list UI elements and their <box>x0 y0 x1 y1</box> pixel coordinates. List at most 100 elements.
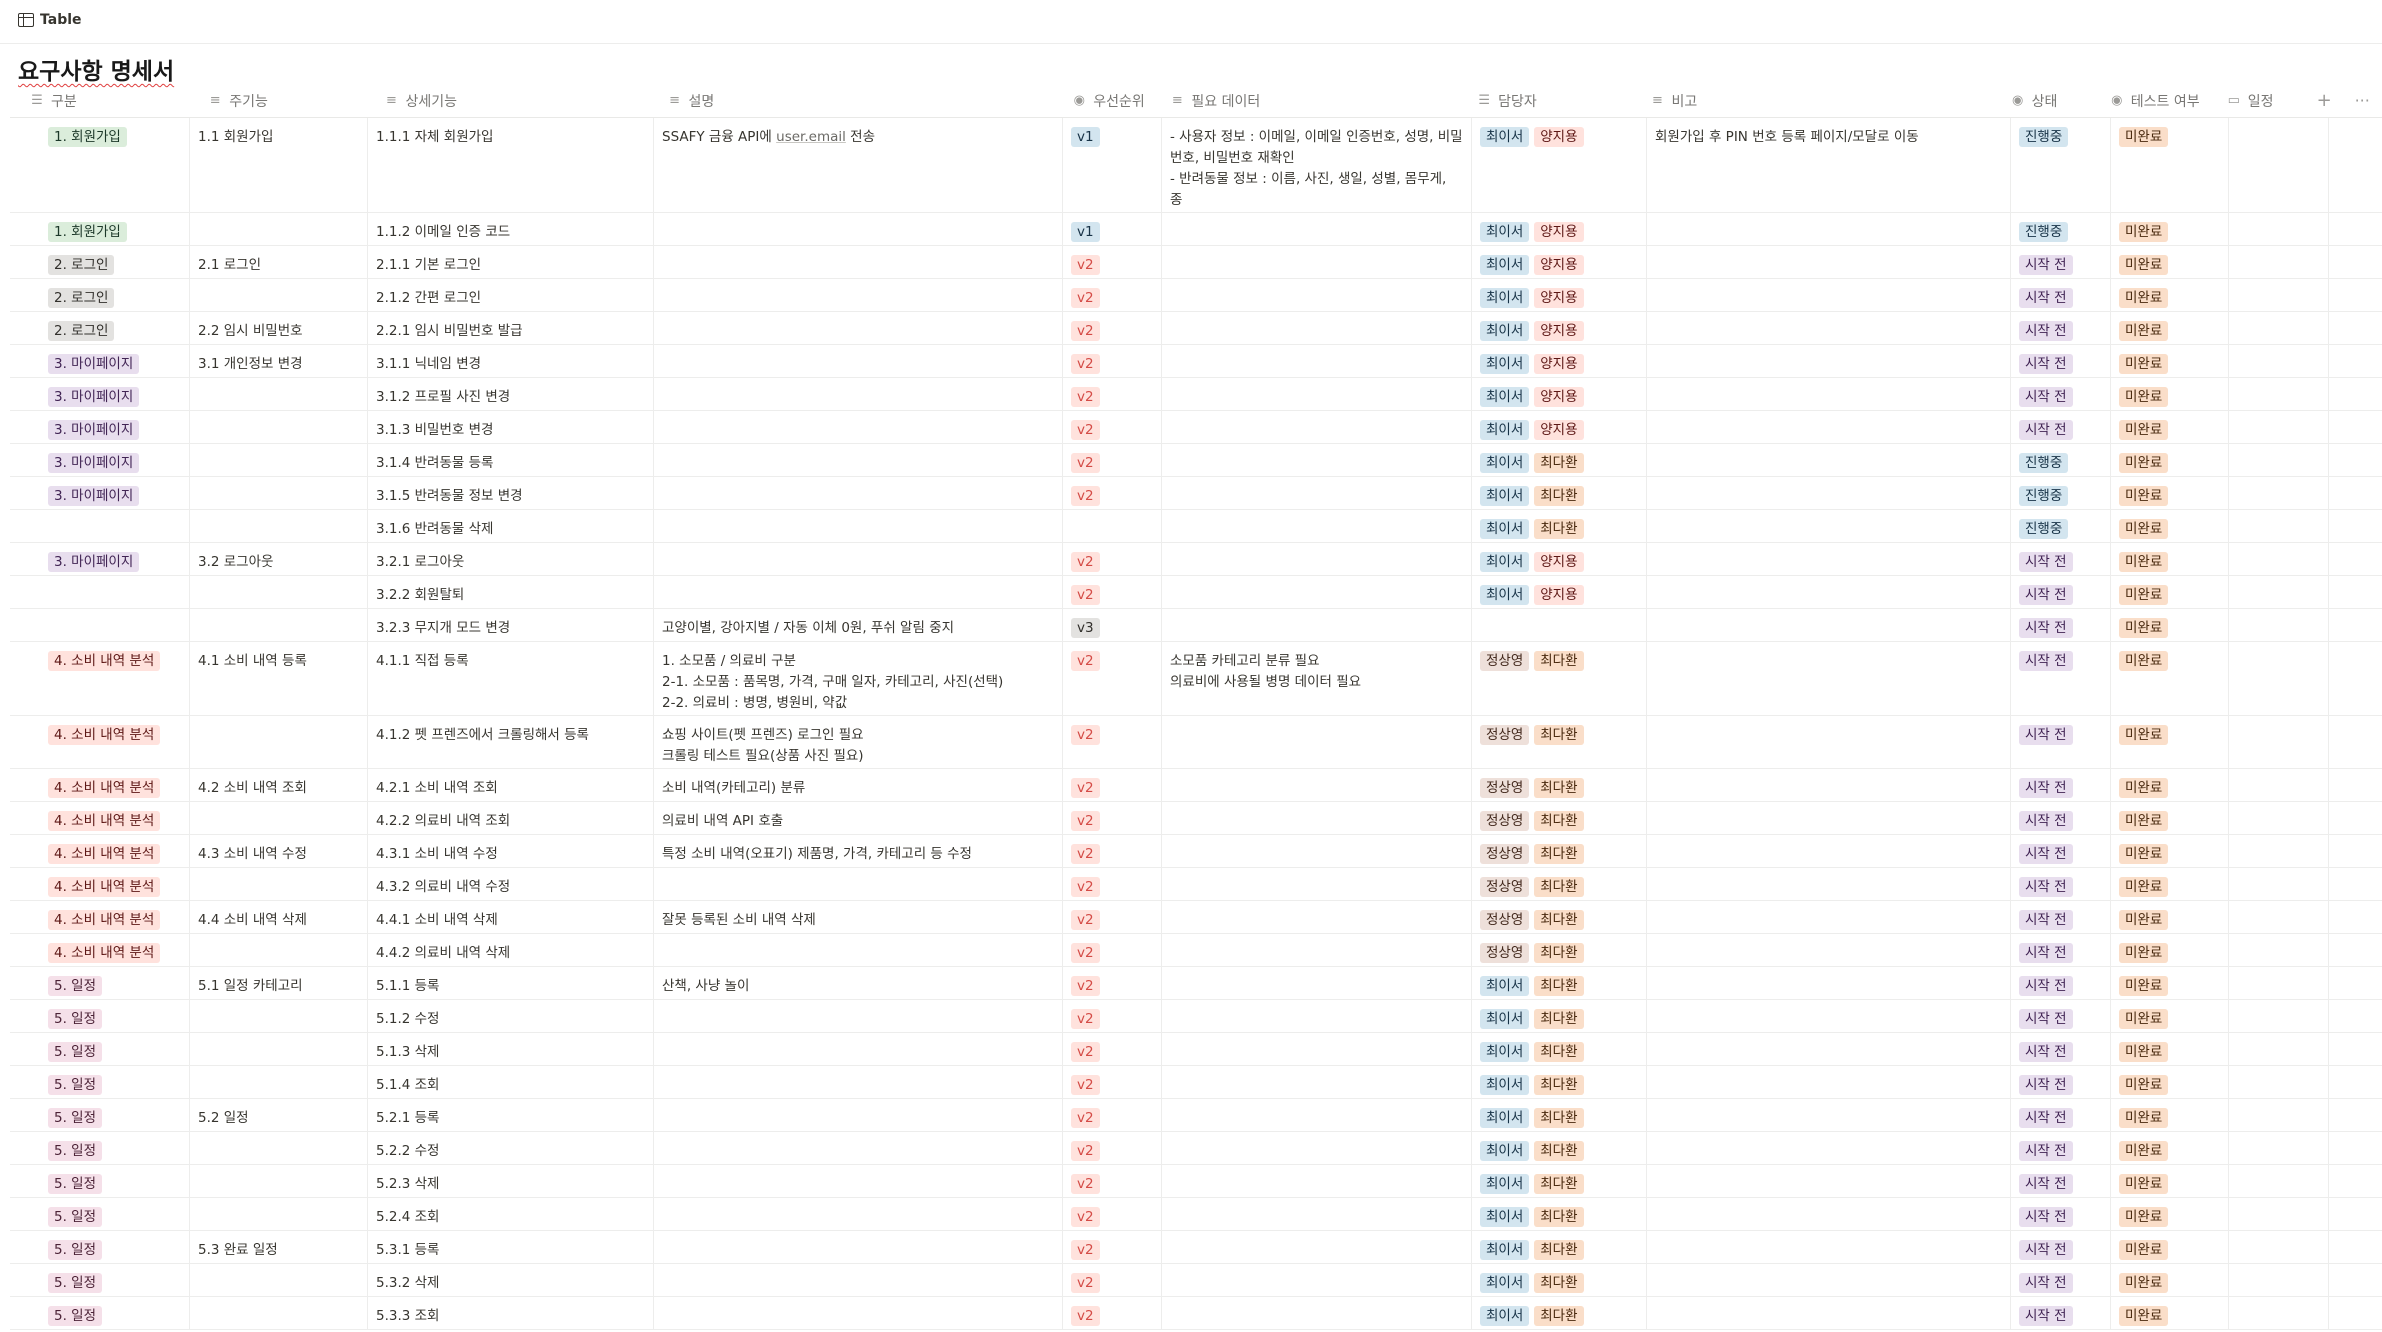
cell-c2[interactable]: 3.2.3 무지개 모드 변경 <box>368 609 654 641</box>
cell-c7[interactable] <box>1647 1165 2011 1197</box>
cell-c4[interactable]: v2 <box>1063 716 1162 768</box>
cell-c2[interactable]: 3.1.4 반려동물 등록 <box>368 444 654 476</box>
cell-c0[interactable]: 5. 일정 <box>10 1297 190 1329</box>
cell-c2[interactable]: 5.3.2 삭제 <box>368 1264 654 1296</box>
cell-c8[interactable]: 시작 전 <box>2011 279 2111 311</box>
cell-c8[interactable]: 진행중 <box>2011 510 2111 542</box>
cell-c6[interactable]: 최이서 최다환 <box>1472 1264 1647 1296</box>
column-header-c3[interactable]: ≡ 설명 <box>648 84 1053 117</box>
cell-c8[interactable]: 진행중 <box>2011 477 2111 509</box>
cell-c4[interactable]: v2 <box>1063 1132 1162 1164</box>
cell-c8[interactable]: 시작 전 <box>2011 769 2111 801</box>
cell-c8[interactable]: 시작 전 <box>2011 609 2111 641</box>
cell-c2[interactable]: 3.1.1 닉네임 변경 <box>368 345 654 377</box>
cell-c2[interactable]: 4.2.1 소비 내역 조회 <box>368 769 654 801</box>
cell-c11[interactable] <box>2329 1066 2345 1098</box>
cell-c11[interactable] <box>2329 716 2345 768</box>
cell-c2[interactable]: 3.1.2 프로필 사진 변경 <box>368 378 654 410</box>
cell-c10[interactable] <box>2229 1033 2329 1065</box>
cell-c6[interactable]: 최이서 양지용 <box>1472 118 1647 212</box>
cell-c2[interactable]: 3.1.3 비밀번호 변경 <box>368 411 654 443</box>
cell-c8[interactable]: 시작 전 <box>2011 1033 2111 1065</box>
cell-c6[interactable]: 최이서 최다환 <box>1472 444 1647 476</box>
cell-c11[interactable] <box>2329 1165 2345 1197</box>
cell-c2[interactable]: 5.1.4 조회 <box>368 1066 654 1098</box>
cell-c10[interactable] <box>2229 1264 2329 1296</box>
cell-c9[interactable]: 미완료 <box>2111 510 2229 542</box>
cell-c0[interactable]: 1. 회원가입 <box>10 213 190 245</box>
cell-c3[interactable]: SSAFY 금융 API에 user.email 전송 <box>654 118 1063 212</box>
cell-c7[interactable] <box>1647 1066 2011 1098</box>
cell-c1[interactable] <box>190 510 368 542</box>
cell-c10[interactable] <box>2229 769 2329 801</box>
column-header-c7[interactable]: ≡ 비고 <box>1630 84 1990 117</box>
cell-c0[interactable]: 2. 로그인 <box>10 312 190 344</box>
cell-c4[interactable]: v3 <box>1063 609 1162 641</box>
cell-c5[interactable] <box>1162 312 1472 344</box>
cell-c8[interactable]: 시작 전 <box>2011 868 2111 900</box>
cell-c0[interactable]: 5. 일정 <box>10 1066 190 1098</box>
cell-c5[interactable] <box>1162 1132 1472 1164</box>
table-row[interactable]: 5. 일정 5.2.4 조회 v2 최이서 최다환 시작 전 미완료 <box>10 1198 2382 1231</box>
cell-c11[interactable] <box>2329 1132 2345 1164</box>
cell-c11[interactable] <box>2329 118 2345 212</box>
cell-c9[interactable]: 미완료 <box>2111 1099 2229 1131</box>
cell-c6[interactable]: 최이서 최다환 <box>1472 1033 1647 1065</box>
cell-c6[interactable]: 정상영 최다환 <box>1472 716 1647 768</box>
cell-c1[interactable] <box>190 477 368 509</box>
cell-c0[interactable]: 4. 소비 내역 분석 <box>10 769 190 801</box>
cell-c11[interactable] <box>2329 802 2345 834</box>
cell-c1[interactable] <box>190 1000 368 1032</box>
cell-c11[interactable] <box>2329 934 2345 966</box>
cell-c7[interactable] <box>1647 1099 2011 1131</box>
cell-c9[interactable]: 미완료 <box>2111 312 2229 344</box>
cell-c1[interactable]: 5.2 일정 <box>190 1099 368 1131</box>
cell-c4[interactable]: v2 <box>1063 477 1162 509</box>
cell-c6[interactable]: 정상영 최다환 <box>1472 868 1647 900</box>
column-header-c10[interactable]: ▭ 일정 <box>2207 84 2306 117</box>
table-row[interactable]: 5. 일정 5.3.3 조회 v2 최이서 최다환 시작 전 미완료 <box>10 1297 2382 1330</box>
cell-c11[interactable] <box>2329 1264 2345 1296</box>
cell-c9[interactable]: 미완료 <box>2111 769 2229 801</box>
cell-c3[interactable] <box>654 378 1063 410</box>
cell-c3[interactable] <box>654 1264 1063 1296</box>
cell-c2[interactable]: 5.2.4 조회 <box>368 1198 654 1230</box>
cell-c5[interactable] <box>1162 1000 1472 1032</box>
cell-c7[interactable] <box>1647 279 2011 311</box>
table-row[interactable]: 3.2.2 회원탈퇴 v2 최이서 양지용 시작 전 미완료 <box>10 576 2382 609</box>
cell-c10[interactable] <box>2229 1297 2329 1329</box>
cell-c3[interactable] <box>654 411 1063 443</box>
cell-c9[interactable]: 미완료 <box>2111 246 2229 278</box>
cell-c5[interactable] <box>1162 835 1472 867</box>
table-row[interactable]: 3.1.6 반려동물 삭제 최이서 최다환 진행중 미완료 <box>10 510 2382 543</box>
cell-c0[interactable] <box>10 576 190 608</box>
cell-c2[interactable]: 4.4.1 소비 내역 삭제 <box>368 901 654 933</box>
cell-c10[interactable] <box>2229 213 2329 245</box>
cell-c1[interactable]: 5.1 일정 카테고리 <box>190 967 368 999</box>
cell-c7[interactable] <box>1647 642 2011 715</box>
cell-c9[interactable]: 미완료 <box>2111 934 2229 966</box>
cell-c6[interactable]: 최이서 양지용 <box>1472 576 1647 608</box>
cell-c7[interactable] <box>1647 1132 2011 1164</box>
table-row[interactable]: 5. 일정 5.1.3 삭제 v2 최이서 최다환 시작 전 미완료 <box>10 1033 2382 1066</box>
cell-c11[interactable] <box>2329 576 2345 608</box>
table-row[interactable]: 3. 마이페이지 3.1.5 반려동물 정보 변경 v2 최이서 최다환 진행중 미완료 <box>10 477 2382 510</box>
cell-c2[interactable]: 5.2.1 등록 <box>368 1099 654 1131</box>
cell-c2[interactable]: 5.3.1 등록 <box>368 1231 654 1263</box>
cell-c6[interactable]: 최이서 양지용 <box>1472 246 1647 278</box>
cell-c5[interactable] <box>1162 246 1472 278</box>
cell-c1[interactable]: 4.2 소비 내역 조회 <box>190 769 368 801</box>
table-row[interactable]: 4. 소비 내역 분석 4.4 소비 내역 삭제 4.4.1 소비 내역 삭제 잘못 … <box>10 901 2382 934</box>
cell-c8[interactable]: 시작 전 <box>2011 802 2111 834</box>
cell-c9[interactable]: 미완료 <box>2111 543 2229 575</box>
cell-c8[interactable]: 진행중 <box>2011 118 2111 212</box>
cell-c9[interactable]: 미완료 <box>2111 345 2229 377</box>
cell-c2[interactable]: 2.1.2 간편 로그인 <box>368 279 654 311</box>
cell-c2[interactable]: 5.2.2 수정 <box>368 1132 654 1164</box>
cell-c6[interactable]: 최이서 양지용 <box>1472 543 1647 575</box>
cell-c10[interactable] <box>2229 543 2329 575</box>
cell-c7[interactable] <box>1647 1198 2011 1230</box>
cell-c7[interactable] <box>1647 802 2011 834</box>
cell-c4[interactable]: v2 <box>1063 444 1162 476</box>
cell-c7[interactable] <box>1647 901 2011 933</box>
